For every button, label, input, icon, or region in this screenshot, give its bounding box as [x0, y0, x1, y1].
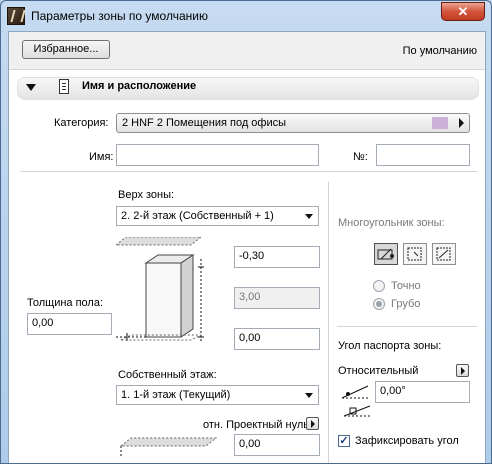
favorites-button[interactable]: Избранное... — [22, 40, 110, 59]
right-section-divider — [337, 326, 477, 327]
reference-level-button[interactable] — [306, 417, 319, 430]
precise-label: Точно — [391, 280, 421, 292]
polygon-icon — [377, 248, 394, 260]
relative-options-button[interactable] — [456, 364, 469, 377]
stamp-angle-label: Угол паспорта зоны: — [338, 340, 442, 352]
gross-radio[interactable] — [373, 298, 385, 310]
home-floor-value: 1. 1-й этаж (Текущий) — [121, 389, 231, 401]
chevron-right-icon — [459, 118, 464, 128]
gross-label: Грубо — [391, 298, 421, 310]
dialog-window: Параметры зоны по умолчанию ✕ Избранное.… — [0, 0, 492, 464]
zone-height-diagram — [116, 237, 204, 341]
document-icon — [59, 79, 69, 94]
reference-level-label: отн. Проектный нуль — [203, 419, 309, 431]
floor-thickness-field[interactable]: 0,00 — [27, 313, 112, 335]
dialog-top-bar: Избранное... По умолчанию — [9, 32, 485, 70]
vertical-divider — [328, 182, 329, 463]
fix-angle-checkbox[interactable]: ✓ — [338, 435, 350, 447]
chevron-down-icon — [305, 393, 313, 398]
floor-thickness-label: Толщина пола: — [27, 297, 104, 309]
rotated-rectangle-icon — [436, 247, 451, 261]
close-button[interactable]: ✕ — [441, 2, 485, 21]
category-value: 2 HNF 2 Помещения под офисы — [122, 117, 287, 129]
home-floor-label: Собственный этаж: — [118, 369, 217, 381]
zone-bottom-offset-field[interactable]: 0,00 — [234, 328, 320, 350]
category-select[interactable]: 2 HNF 2 Помещения под офисы — [116, 113, 470, 133]
category-label: Категория: — [54, 117, 109, 129]
section-title: Имя и расположение — [82, 80, 197, 92]
zone-polygon-label: Многоугольник зоны: — [338, 217, 445, 229]
zone-top-select[interactable]: 2. 2-й этаж (Собственный + 1) — [116, 206, 319, 226]
section-divider — [20, 171, 477, 172]
reference-level-diagram — [119, 437, 218, 458]
rectangle-icon — [407, 247, 422, 261]
angle-icon — [341, 385, 371, 417]
default-settings-label: По умолчанию — [402, 45, 477, 57]
zone-top-offset-field[interactable]: -0,30 — [234, 246, 320, 268]
name-field[interactable] — [116, 144, 319, 166]
number-field[interactable] — [376, 144, 470, 166]
zone-height-field: 3,00 — [234, 287, 320, 309]
name-label: Имя: — [89, 151, 114, 163]
chevron-down-icon — [305, 214, 313, 219]
polygon-tool-button[interactable] — [374, 243, 398, 265]
home-floor-select[interactable]: 1. 1-й этаж (Текущий) — [116, 385, 319, 405]
category-color-swatch — [432, 117, 448, 129]
zone-top-value: 2. 2-й этаж (Собственный + 1) — [121, 210, 274, 222]
rotated-rectangle-tool-button[interactable] — [432, 243, 456, 265]
collapse-triangle-icon[interactable] — [26, 84, 36, 91]
window-title: Параметры зоны по умолчанию — [31, 9, 208, 23]
number-label: №: — [353, 151, 368, 163]
reference-level-field[interactable]: 0,00 — [234, 434, 320, 456]
stamp-angle-field[interactable]: 0,00° — [375, 381, 470, 403]
dialog-client-area: Избранное... По умолчанию Имя и располож… — [8, 31, 486, 463]
title-bar: Параметры зоны по умолчанию ✕ — [1, 1, 491, 31]
archicad-app-icon — [7, 7, 25, 25]
fix-angle-label: Зафиксировать угол — [355, 435, 459, 447]
rectangle-tool-button[interactable] — [403, 243, 427, 265]
zone-top-label: Верх зоны: — [118, 189, 175, 201]
precise-radio[interactable] — [373, 280, 385, 292]
